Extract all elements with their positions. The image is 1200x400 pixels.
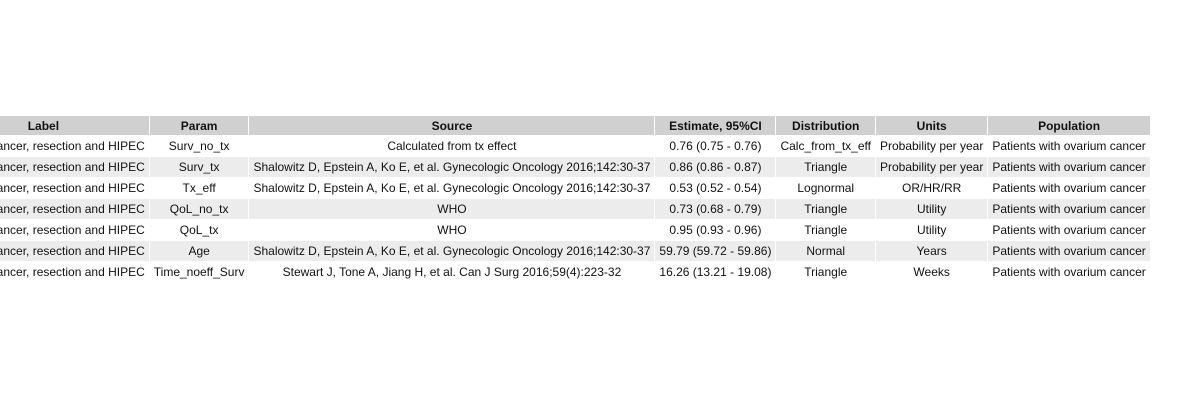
table-row[interactable]: Ovarium cancer, resection and HIPEC Surv…: [0, 157, 1150, 177]
table-row[interactable]: Ovarium cancer, resection and HIPEC QoL_…: [0, 220, 1150, 240]
cell-population: Patients with ovarium cancer: [988, 199, 1150, 219]
cell-distribution: Calc_from_tx_eff: [776, 136, 875, 156]
cell-units: OR/HR/RR: [875, 178, 988, 198]
cell-units: Probability per year: [875, 157, 988, 177]
cell-distribution: Normal: [776, 241, 875, 261]
table-row[interactable]: Ovarium cancer, resection and HIPEC Tx_e…: [0, 178, 1150, 198]
cell-label: Ovarium cancer, resection and HIPEC: [0, 178, 149, 198]
column-header-param[interactable]: Param: [149, 116, 249, 135]
cell-population: Patients with ovarium cancer: [988, 220, 1150, 240]
column-header-units[interactable]: Units: [875, 116, 988, 135]
cell-units: Probability per year: [875, 136, 988, 156]
table-row[interactable]: Ovarium cancer, resection and HIPEC Surv…: [0, 136, 1150, 156]
cell-estimate: 0.73 (0.68 - 0.79): [655, 199, 776, 219]
cell-source: Shalowitz D, Epstein A, Ko E, et al. Gyn…: [249, 178, 655, 198]
table-viewport: Label Param Source Estimate, 95%CI Distr…: [0, 0, 1200, 400]
table-row[interactable]: Ovarium cancer, resection and HIPEC Time…: [0, 262, 1150, 282]
cell-units: Years: [875, 241, 988, 261]
cell-label: Ovarium cancer, resection and HIPEC: [0, 241, 149, 261]
cell-estimate: 0.86 (0.86 - 0.87): [655, 157, 776, 177]
cell-units: Utility: [875, 199, 988, 219]
cell-population: Patients with ovarium cancer: [988, 262, 1150, 282]
cell-distribution: Triangle: [776, 220, 875, 240]
cell-source: WHO: [249, 199, 655, 219]
cell-param: QoL_no_tx: [149, 199, 249, 219]
column-header-label[interactable]: Label: [0, 116, 149, 135]
cell-distribution: Lognormal: [776, 178, 875, 198]
column-header-estimate[interactable]: Estimate, 95%CI: [655, 116, 776, 135]
cell-distribution: Triangle: [776, 262, 875, 282]
table-row[interactable]: Ovarium cancer, resection and HIPEC QoL_…: [0, 199, 1150, 219]
cell-units: Utility: [875, 220, 988, 240]
cell-param: Time_noeff_Surv: [149, 262, 249, 282]
cell-estimate: 59.79 (59.72 - 59.86): [655, 241, 776, 261]
cell-label: Ovarium cancer, resection and HIPEC: [0, 136, 149, 156]
cell-source: Shalowitz D, Epstein A, Ko E, et al. Gyn…: [249, 241, 655, 261]
parameters-table: Label Param Source Estimate, 95%CI Distr…: [0, 115, 1151, 283]
cell-estimate: 16.26 (13.21 - 19.08): [655, 262, 776, 282]
cell-param: Surv_no_tx: [149, 136, 249, 156]
cell-param: Surv_tx: [149, 157, 249, 177]
cell-param: Tx_eff: [149, 178, 249, 198]
cell-population: Patients with ovarium cancer: [988, 241, 1150, 261]
cell-label: Ovarium cancer, resection and HIPEC: [0, 262, 149, 282]
cell-source: Calculated from tx effect: [249, 136, 655, 156]
cell-estimate: 0.53 (0.52 - 0.54): [655, 178, 776, 198]
column-header-source[interactable]: Source: [249, 116, 655, 135]
cell-population: Patients with ovarium cancer: [988, 157, 1150, 177]
cell-estimate: 0.95 (0.93 - 0.96): [655, 220, 776, 240]
cell-label: Ovarium cancer, resection and HIPEC: [0, 157, 149, 177]
cell-label: Ovarium cancer, resection and HIPEC: [0, 220, 149, 240]
cell-source: Stewart J, Tone A, Jiang H, et al. Can J…: [249, 262, 655, 282]
cell-distribution: Triangle: [776, 199, 875, 219]
cell-label: Ovarium cancer, resection and HIPEC: [0, 199, 149, 219]
cell-units: Weeks: [875, 262, 988, 282]
cell-param: Age: [149, 241, 249, 261]
table-row[interactable]: Ovarium cancer, resection and HIPEC Age …: [0, 241, 1150, 261]
header-row: Label Param Source Estimate, 95%CI Distr…: [0, 116, 1150, 135]
column-header-distribution[interactable]: Distribution: [776, 116, 875, 135]
cell-estimate: 0.76 (0.75 - 0.76): [655, 136, 776, 156]
cell-source: Shalowitz D, Epstein A, Ko E, et al. Gyn…: [249, 157, 655, 177]
column-header-population[interactable]: Population: [988, 116, 1150, 135]
cell-population: Patients with ovarium cancer: [988, 178, 1150, 198]
cell-source: WHO: [249, 220, 655, 240]
cell-distribution: Triangle: [776, 157, 875, 177]
cell-param: QoL_tx: [149, 220, 249, 240]
cell-population: Patients with ovarium cancer: [988, 136, 1150, 156]
